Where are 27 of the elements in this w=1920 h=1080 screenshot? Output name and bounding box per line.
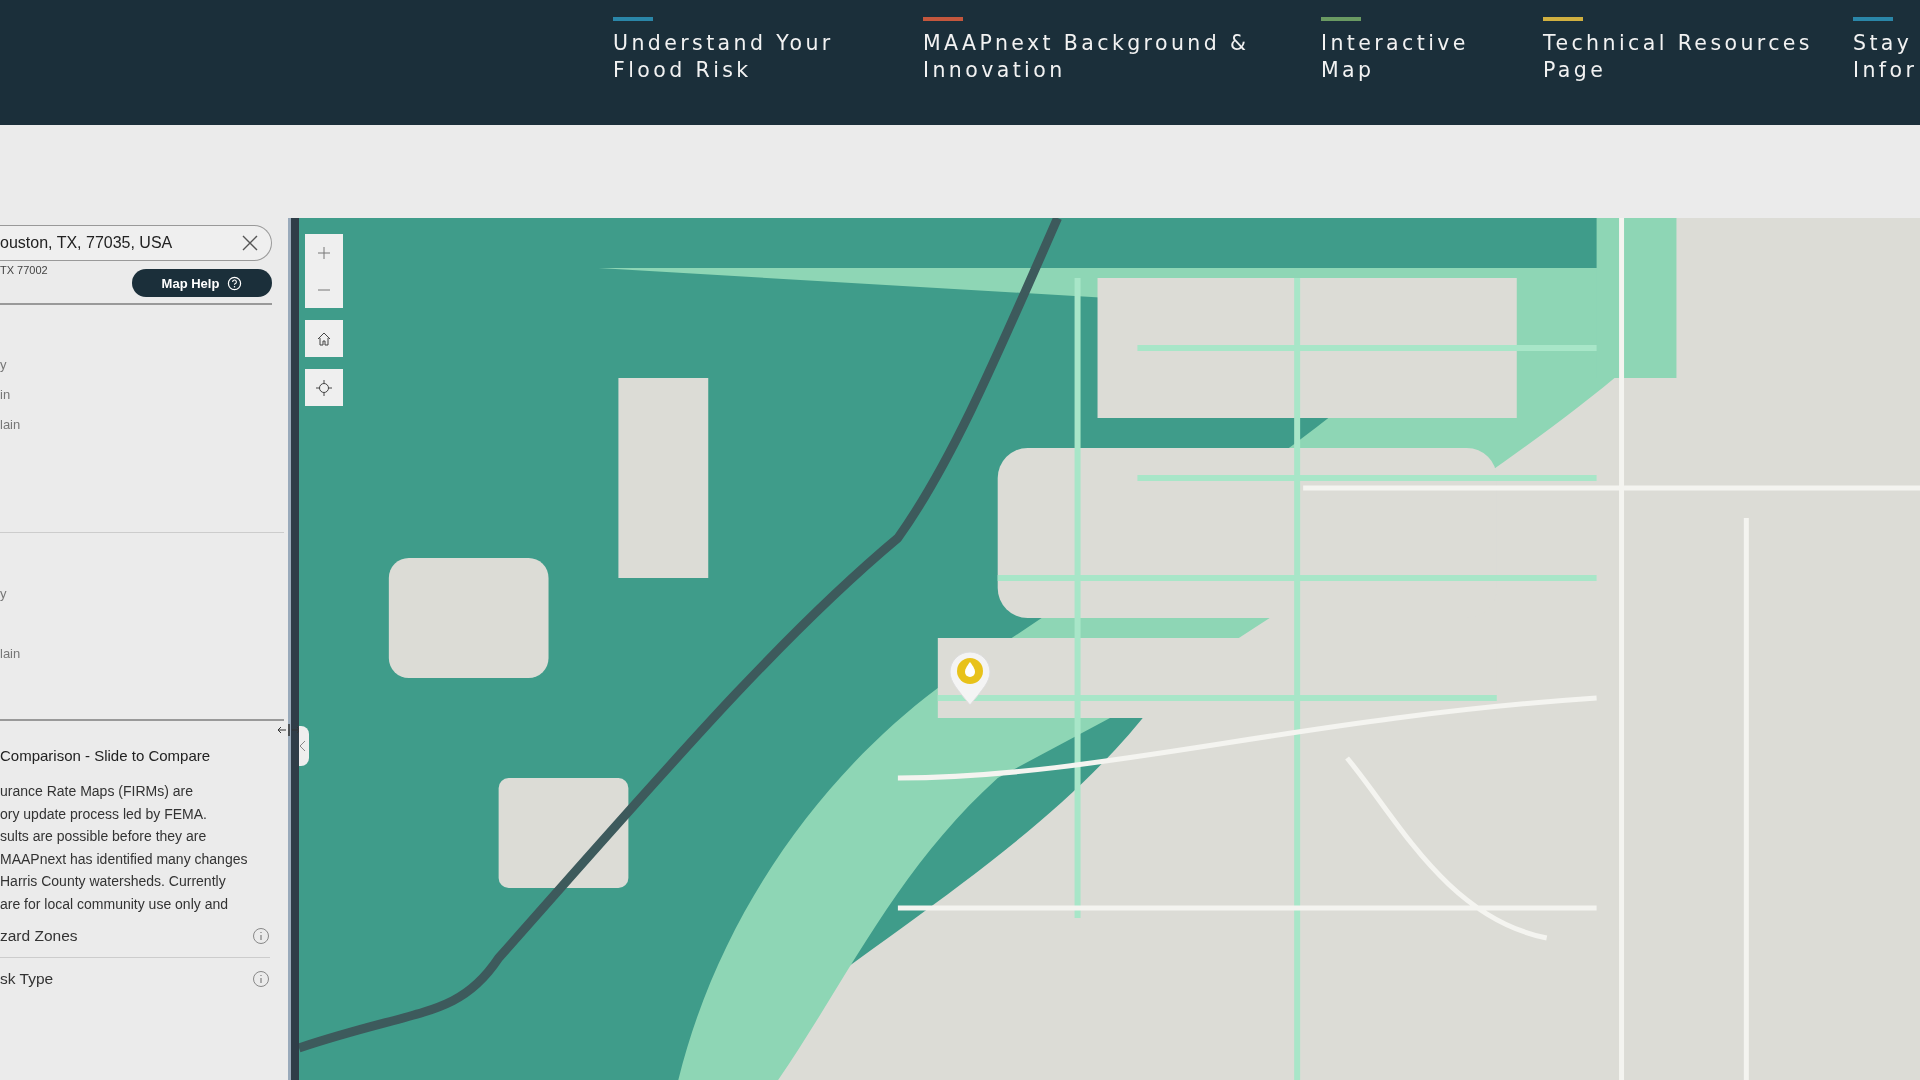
- layer-label: sk Type: [0, 970, 54, 988]
- layer-label: y: [0, 356, 8, 373]
- close-icon[interactable]: [242, 235, 258, 251]
- home-icon: [316, 330, 332, 347]
- home-button[interactable]: [305, 320, 343, 357]
- help-icon: [227, 275, 243, 291]
- zoom-in-button[interactable]: [305, 234, 343, 271]
- crosshair-icon: [316, 379, 332, 396]
- layer-label: zard Zones: [0, 927, 78, 945]
- splitter-bar[interactable]: [288, 218, 299, 1080]
- search-field[interactable]: ouston, TX, 77035, USA: [0, 225, 272, 261]
- locate-button[interactable]: [305, 369, 343, 406]
- layer-label: in: [0, 386, 12, 403]
- layer-label: lain: [0, 645, 22, 662]
- chevron-left-icon: [299, 740, 306, 752]
- map-pin-icon: [948, 650, 992, 706]
- address-text: TX 77002: [0, 264, 48, 276]
- section-title: Comparison - Slide to Compare: [0, 747, 212, 764]
- plus-icon: [318, 246, 330, 259]
- info-icon[interactable]: [252, 927, 270, 945]
- info-icon[interactable]: [252, 970, 270, 988]
- description-text: urance Rate Maps (FIRMs) are ory update process led by FEMA. sults are possible before they are MAAPnext has identified many changes Harris County watersheds. Currently are for local community use only and: [0, 782, 249, 914]
- map-help-button[interactable]: Map Help: [132, 269, 272, 297]
- layer-label: y: [0, 585, 8, 602]
- minus-icon: [318, 288, 330, 291]
- layer-label: lain: [0, 416, 22, 433]
- resize-arrows-icon[interactable]: [277, 724, 301, 736]
